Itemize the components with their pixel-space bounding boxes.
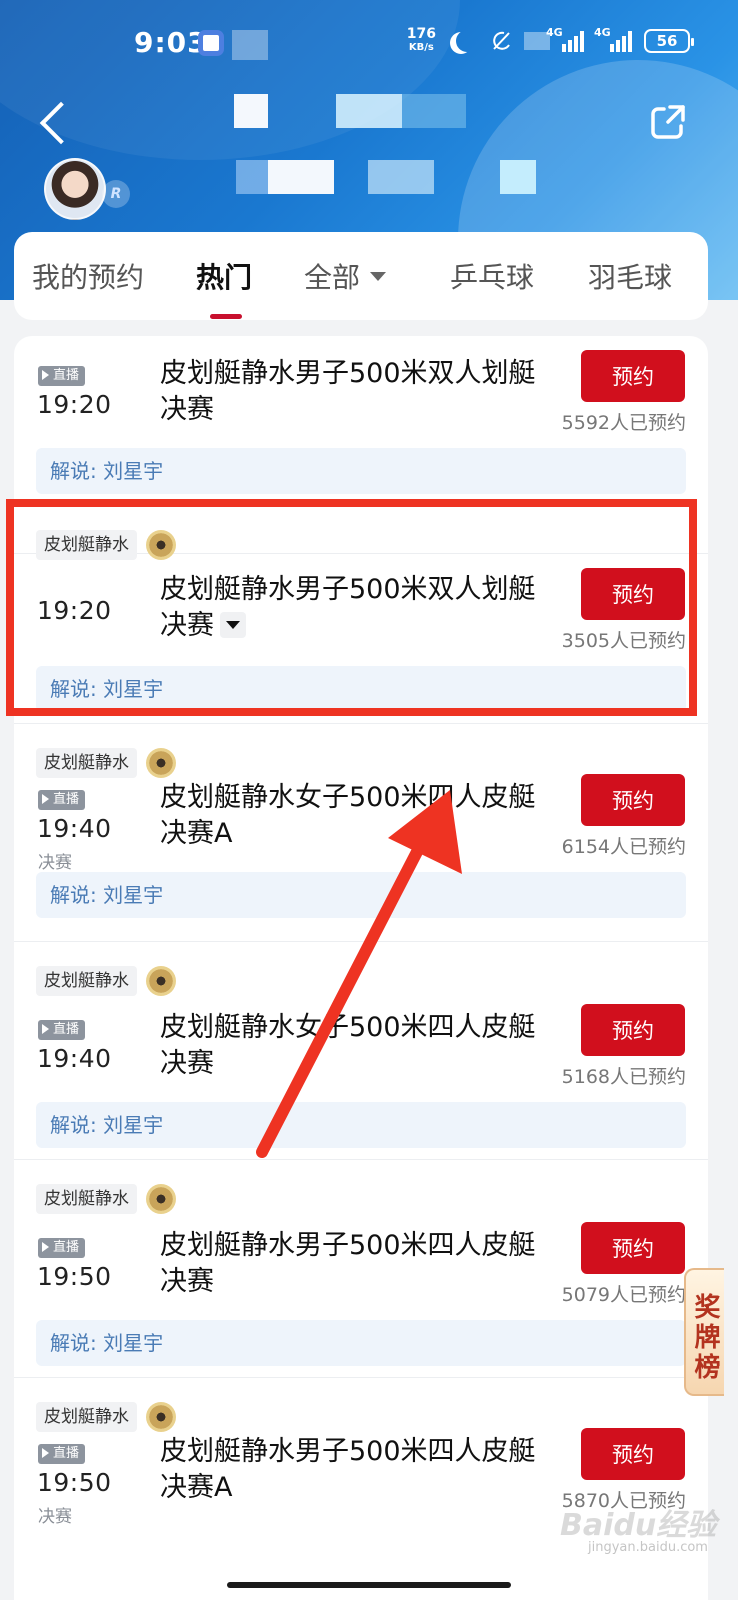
blurred-subtitle <box>236 160 268 194</box>
event-title[interactable]: 皮划艇静水男子500米双人划艇决赛 <box>160 356 540 428</box>
event-card[interactable]: 皮划艇静水 直播 19:50 皮划艇静水男子500米四人皮艇决赛 预约 5079… <box>14 1160 708 1378</box>
commentary-bar[interactable]: 解说: 刘星宇 <box>36 666 686 712</box>
mute-icon <box>493 31 510 50</box>
ai-badge-icon: R <box>102 180 130 208</box>
expand-caret-icon[interactable] <box>220 611 246 638</box>
share-icon[interactable] <box>648 102 688 142</box>
sport-tag: 皮划艇静水 <box>36 530 137 560</box>
reserve-button[interactable]: 预约 <box>581 774 685 826</box>
tab-all-label: 全部 <box>304 261 361 294</box>
tab-all[interactable]: 全部 <box>304 256 387 296</box>
network-speed: 176 KB/s <box>406 26 436 54</box>
live-badge: 直播 <box>38 1444 86 1464</box>
reservation-count: 5592人已预约 <box>561 412 686 434</box>
status-bar: 9:03 176 KB/s 4G 4G 56 <box>0 18 738 66</box>
status-icons: 176 KB/s 4G 4G 56 <box>406 26 694 54</box>
event-time: 19:40 <box>37 814 112 843</box>
blurred-subtitle <box>268 160 334 194</box>
blurred-subtitle <box>500 160 536 194</box>
reservation-count: 6154人已预约 <box>561 836 686 858</box>
medal-icon <box>146 966 176 996</box>
speed-value: 176 <box>406 26 436 42</box>
speed-unit: KB/s <box>408 42 434 53</box>
event-stage: 决赛 <box>38 1507 72 1527</box>
live-badge: 直播 <box>38 366 86 386</box>
sport-tag: 皮划艇静水 <box>36 1402 137 1432</box>
network-type: 4G <box>594 26 611 39</box>
category-tabs: 我的预约 热门 全部 乒乓球 羽毛球 <box>14 232 708 320</box>
commentary-bar[interactable]: 解说: 刘星宇 <box>36 448 686 494</box>
event-card[interactable]: 皮划艇静水 直播 19:40 皮划艇静水女子500米四人皮艇决赛 预约 5168… <box>14 942 708 1160</box>
event-card[interactable]: 皮划艇静水 直播 19:40 决赛 皮划艇静水女子500米四人皮艇决赛A 预约 … <box>14 724 708 942</box>
reserve-button[interactable]: 预约 <box>581 1222 685 1274</box>
reservation-count: 5079人已预约 <box>561 1284 686 1306</box>
avatar[interactable] <box>44 158 106 220</box>
status-time: 9:03 <box>134 26 208 59</box>
event-time: 19:50 <box>37 1262 112 1291</box>
medal-icon <box>146 1184 176 1214</box>
blurred-title <box>234 94 268 128</box>
live-badge: 直播 <box>38 1020 86 1040</box>
event-time: 19:20 <box>37 596 112 625</box>
app-notification-icon <box>198 30 224 56</box>
sport-tag: 皮划艇静水 <box>36 748 137 778</box>
event-title[interactable]: 皮划艇静水女子500米四人皮艇决赛 <box>160 1010 540 1082</box>
commentary-bar[interactable]: 解说: 刘星宇 <box>36 872 686 918</box>
event-stage: 决赛 <box>38 853 72 873</box>
caret-down-icon <box>370 271 387 281</box>
blurred-region <box>232 30 268 60</box>
commentary-bar[interactable]: 解说: 刘星宇 <box>36 1320 686 1366</box>
tab-table-tennis[interactable]: 乒乓球 <box>450 256 534 296</box>
medal-standings-tab[interactable]: 奖牌榜 <box>684 1268 724 1396</box>
network-type: 4G <box>546 26 563 39</box>
reserve-button[interactable]: 预约 <box>581 350 685 402</box>
event-title[interactable]: 皮划艇静水男子500米四人皮艇决赛A <box>160 1434 540 1506</box>
home-indicator[interactable] <box>227 1582 511 1588</box>
tab-hot[interactable]: 热门 <box>196 256 252 296</box>
reservation-count: 3505人已预约 <box>561 630 686 652</box>
sport-tag: 皮划艇静水 <box>36 966 137 996</box>
reservation-count: 5168人已预约 <box>561 1066 686 1088</box>
event-card[interactable]: 皮划艇静水 19:20 皮划艇静水男子500米双人划艇决赛 预约 3505人已预… <box>14 506 708 724</box>
event-time: 19:50 <box>37 1468 112 1497</box>
back-arrow-icon[interactable] <box>34 96 74 148</box>
medal-icon <box>146 1402 176 1432</box>
tab-badminton[interactable]: 羽毛球 <box>588 256 672 296</box>
blurred-title <box>402 94 466 128</box>
event-title[interactable]: 皮划艇静水男子500米双人划艇决赛 <box>160 572 540 644</box>
battery-icon: 56 <box>644 29 694 53</box>
live-badge: 直播 <box>38 790 86 810</box>
event-list: 直播 19:20 皮划艇静水男子500米双人划艇决赛 预约 5592人已预约 解… <box>14 336 708 1600</box>
commentary-bar[interactable]: 解说: 刘星宇 <box>36 1102 686 1148</box>
watermark: Baidu经验 <box>560 1508 717 1543</box>
reserve-button[interactable]: 预约 <box>581 568 685 620</box>
reserve-button[interactable]: 预约 <box>581 1428 685 1480</box>
sport-tag: 皮划艇静水 <box>36 1184 137 1214</box>
event-card[interactable]: 皮划艇静水 直播 19:50 决赛 皮划艇静水男子500米四人皮艇决赛A 预约 … <box>14 1378 708 1596</box>
medal-icon <box>146 530 176 560</box>
watermark-url: jingyan.baidu.com <box>588 1540 708 1555</box>
event-title[interactable]: 皮划艇静水女子500米四人皮艇决赛A <box>160 780 540 852</box>
event-time: 19:20 <box>37 390 112 419</box>
signal-icon: 4G <box>594 26 632 52</box>
event-title[interactable]: 皮划艇静水男子500米四人皮艇决赛 <box>160 1228 540 1300</box>
active-tab-indicator <box>210 314 242 319</box>
reserve-button[interactable]: 预约 <box>581 1004 685 1056</box>
moon-icon <box>456 30 478 52</box>
medal-icon <box>146 748 176 778</box>
event-title-text: 皮划艇静水男子500米双人划艇决赛 <box>160 574 536 641</box>
tab-my-reservations[interactable]: 我的预约 <box>32 256 144 296</box>
signal-icon: 4G <box>546 26 584 52</box>
live-badge: 直播 <box>38 1238 86 1258</box>
blurred-title <box>336 94 402 128</box>
blurred-subtitle <box>368 160 434 194</box>
event-time: 19:40 <box>37 1044 112 1073</box>
